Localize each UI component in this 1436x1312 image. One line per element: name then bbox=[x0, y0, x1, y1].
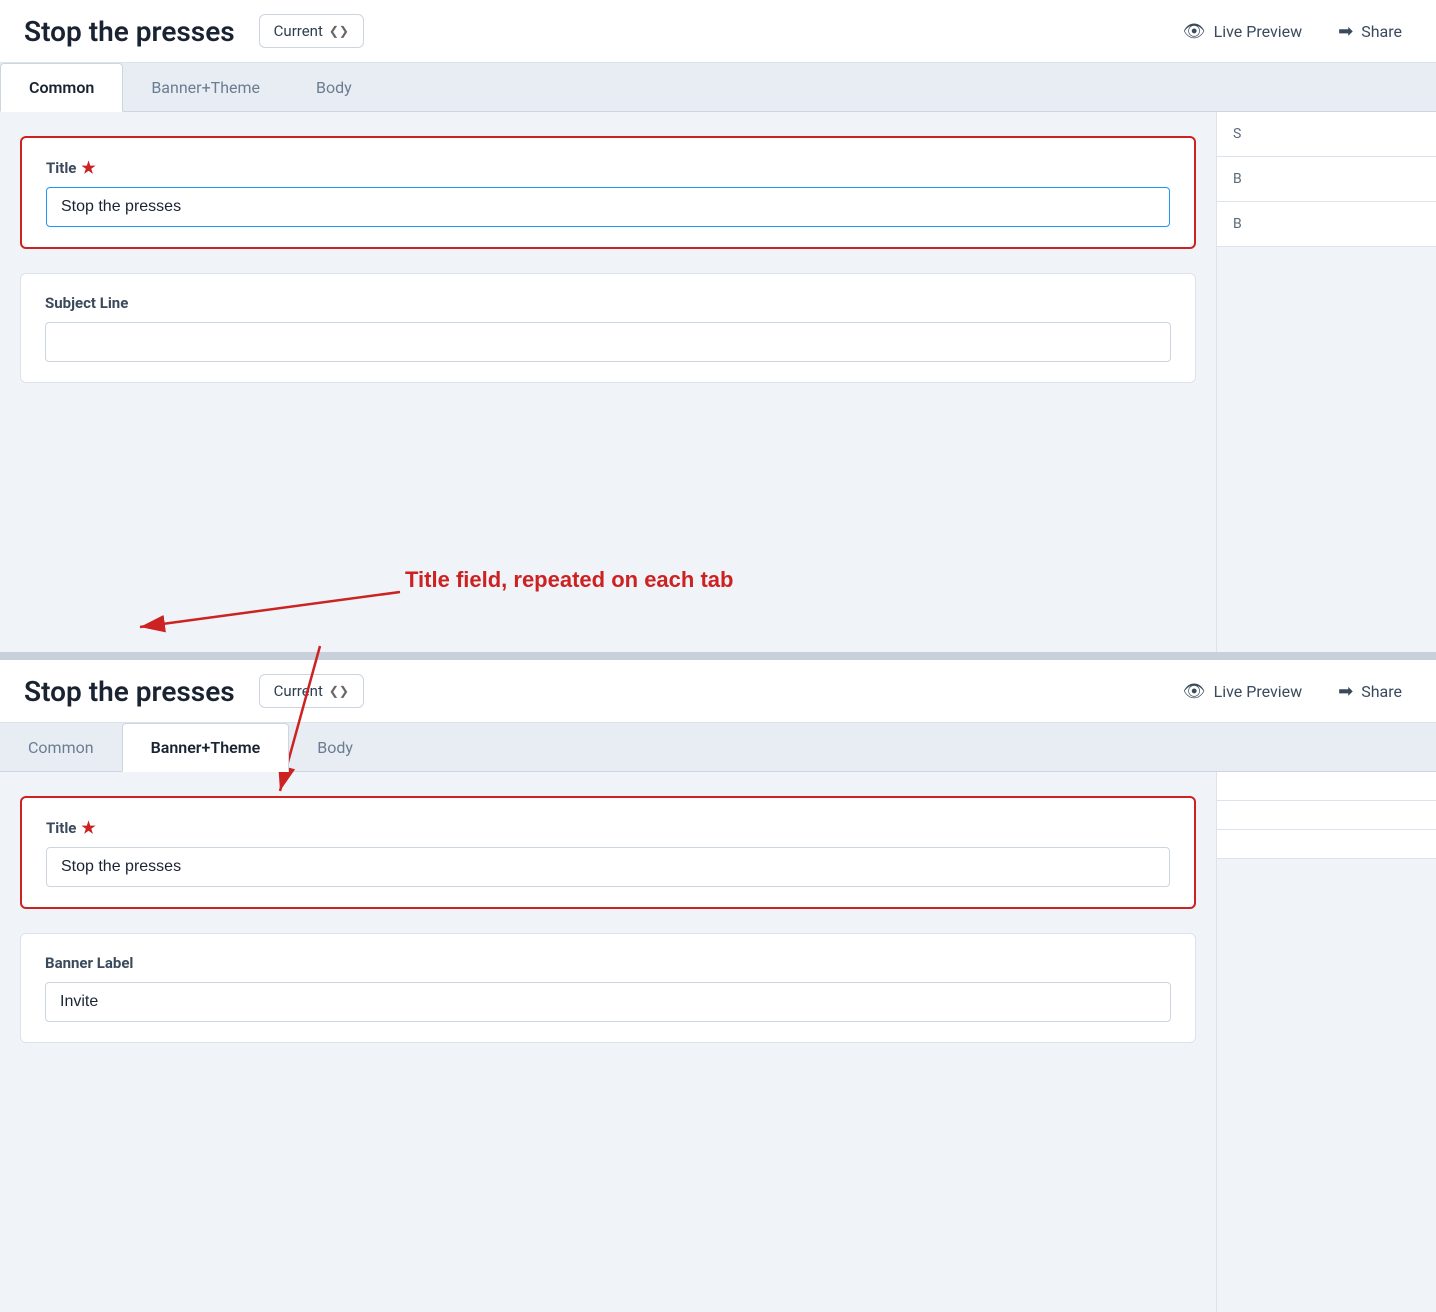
title-field-card-bottom: Title ★ bbox=[20, 796, 1196, 909]
eye-icon-top: 👁 bbox=[1183, 21, 1206, 42]
right-panel-bottom-item-2[interactable] bbox=[1217, 801, 1436, 830]
page-title-bottom: Stop the presses bbox=[24, 675, 235, 708]
tab-common-bottom[interactable]: Common bbox=[0, 724, 122, 771]
banner-label-card-bottom: Banner Label bbox=[20, 933, 1196, 1043]
top-content-wrapper: Title ★ Subject Line S bbox=[0, 112, 1436, 652]
tab-banner-theme-top[interactable]: Banner+Theme bbox=[123, 64, 288, 111]
bottom-main-panel: Title ★ bbox=[0, 772, 1216, 1312]
tab-common-top[interactable]: Common bbox=[0, 63, 123, 112]
top-content-area: Title ★ Subject Line bbox=[0, 112, 1216, 407]
live-preview-button-top[interactable]: 👁 Live Preview bbox=[1173, 15, 1312, 48]
title-field-card-top: Title ★ bbox=[20, 136, 1196, 249]
tab-body-top[interactable]: Body bbox=[288, 64, 380, 111]
eye-icon-bottom: 👁 bbox=[1183, 681, 1206, 702]
version-label-bottom: Current bbox=[274, 682, 323, 700]
required-star-title-top: ★ bbox=[81, 158, 95, 177]
subject-line-card-top: Subject Line bbox=[20, 273, 1196, 383]
share-icon-bottom: ➡ bbox=[1338, 681, 1353, 702]
bottom-panel: Stop the presses Current ❮❯ 👁 Live Previ… bbox=[0, 660, 1436, 1312]
version-dropdown-bottom[interactable]: Current ❮❯ bbox=[259, 674, 364, 708]
right-panel-item-b2[interactable]: B bbox=[1217, 202, 1436, 247]
title-label-top: Title ★ bbox=[46, 158, 1170, 177]
banner-label-input-bottom[interactable] bbox=[45, 982, 1171, 1022]
right-panel-item-b1[interactable]: B bbox=[1217, 157, 1436, 202]
right-panel-item-s[interactable]: S bbox=[1217, 112, 1436, 157]
share-button-bottom[interactable]: ➡ Share bbox=[1328, 675, 1412, 708]
subject-line-label-top: Subject Line bbox=[45, 294, 1171, 312]
tab-banner-theme-bottom[interactable]: Banner+Theme bbox=[122, 723, 290, 772]
bottom-content-wrapper: Title ★ bbox=[0, 772, 1436, 1312]
live-preview-label-top: Live Preview bbox=[1214, 22, 1303, 41]
live-preview-label-bottom: Live Preview bbox=[1214, 682, 1303, 701]
chevron-down-icon-bottom: ❮❯ bbox=[329, 684, 349, 698]
page-title-top: Stop the presses bbox=[24, 15, 235, 48]
version-dropdown-top[interactable]: Current ❮❯ bbox=[259, 14, 364, 48]
share-label-bottom: Share bbox=[1361, 682, 1402, 701]
share-icon-top: ➡ bbox=[1338, 21, 1353, 42]
right-panel-bottom-item-1[interactable] bbox=[1217, 772, 1436, 801]
tab-body-bottom[interactable]: Body bbox=[289, 724, 381, 771]
right-panel-bottom bbox=[1216, 772, 1436, 1312]
title-input-bottom[interactable] bbox=[46, 847, 1170, 887]
required-star-title-bottom: ★ bbox=[81, 818, 95, 837]
bottom-content-area: Title ★ bbox=[0, 772, 1216, 1067]
title-label-bottom: Title ★ bbox=[46, 818, 1170, 837]
bottom-header: Stop the presses Current ❮❯ 👁 Live Previ… bbox=[0, 660, 1436, 723]
top-main-panel: Title ★ Subject Line bbox=[0, 112, 1216, 652]
right-panel-top: S B B bbox=[1216, 112, 1436, 652]
tabs-bar-bottom: Common Banner+Theme Body bbox=[0, 723, 1436, 772]
share-button-top[interactable]: ➡ Share bbox=[1328, 15, 1412, 48]
chevron-down-icon: ❮❯ bbox=[329, 24, 349, 38]
panel-divider bbox=[0, 652, 1436, 660]
banner-label-label-bottom: Banner Label bbox=[45, 954, 1171, 972]
share-label-top: Share bbox=[1361, 22, 1402, 41]
subject-line-input-top[interactable] bbox=[45, 322, 1171, 362]
top-panel: Stop the presses Current ❮❯ 👁 Live Previ… bbox=[0, 0, 1436, 652]
title-input-top[interactable] bbox=[46, 187, 1170, 227]
live-preview-button-bottom[interactable]: 👁 Live Preview bbox=[1173, 675, 1312, 708]
tabs-bar-top: Common Banner+Theme Body bbox=[0, 63, 1436, 112]
right-panel-bottom-item-3[interactable] bbox=[1217, 830, 1436, 859]
top-header: Stop the presses Current ❮❯ 👁 Live Previ… bbox=[0, 0, 1436, 63]
version-label-top: Current bbox=[274, 22, 323, 40]
